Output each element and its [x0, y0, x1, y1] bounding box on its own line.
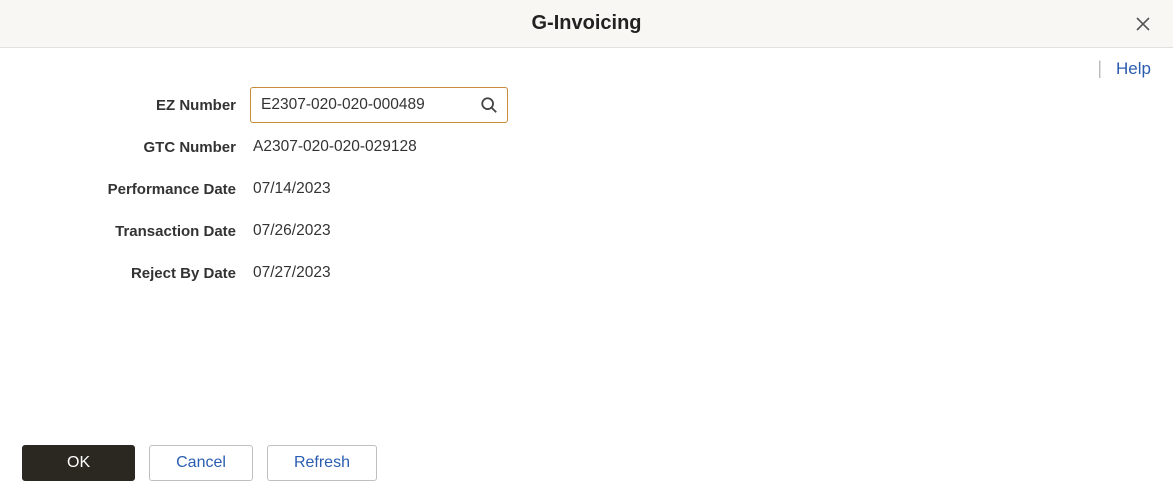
label-gtc-number: GTC Number [0, 139, 250, 156]
label-ez-number: EZ Number [0, 97, 250, 114]
value-gtc-number: A2307-020-020-029128 [250, 138, 417, 156]
ok-button[interactable]: OK [22, 445, 135, 481]
toolbar-right: | Help [0, 48, 1173, 79]
ez-number-lookup [250, 87, 508, 123]
label-reject-by-date: Reject By Date [0, 265, 250, 282]
value-transaction-date: 07/26/2023 [250, 222, 331, 240]
label-performance-date: Performance Date [0, 181, 250, 198]
close-button[interactable] [1129, 10, 1157, 38]
ez-number-input[interactable] [250, 87, 508, 123]
search-icon [480, 96, 498, 114]
refresh-button[interactable]: Refresh [267, 445, 377, 481]
row-reject-by-date: Reject By Date 07/27/2023 [0, 253, 1173, 293]
form-area: EZ Number GTC Number A2307-020-020-02912… [0, 79, 1173, 293]
page-title: G-Invoicing [532, 12, 642, 35]
row-ez-number: EZ Number [0, 85, 1173, 125]
value-reject-by-date: 07/27/2023 [250, 264, 331, 282]
value-performance-date: 07/14/2023 [250, 180, 331, 198]
label-transaction-date: Transaction Date [0, 223, 250, 240]
dialog-header: G-Invoicing [0, 0, 1173, 48]
ez-number-search-button[interactable] [478, 94, 500, 116]
close-icon [1135, 16, 1151, 32]
cancel-button[interactable]: Cancel [149, 445, 253, 481]
row-transaction-date: Transaction Date 07/26/2023 [0, 211, 1173, 251]
row-gtc-number: GTC Number A2307-020-020-029128 [0, 127, 1173, 167]
toolbar-divider: | [1097, 58, 1102, 79]
button-bar: OK Cancel Refresh [22, 445, 377, 481]
help-link[interactable]: Help [1116, 59, 1151, 79]
row-performance-date: Performance Date 07/14/2023 [0, 169, 1173, 209]
